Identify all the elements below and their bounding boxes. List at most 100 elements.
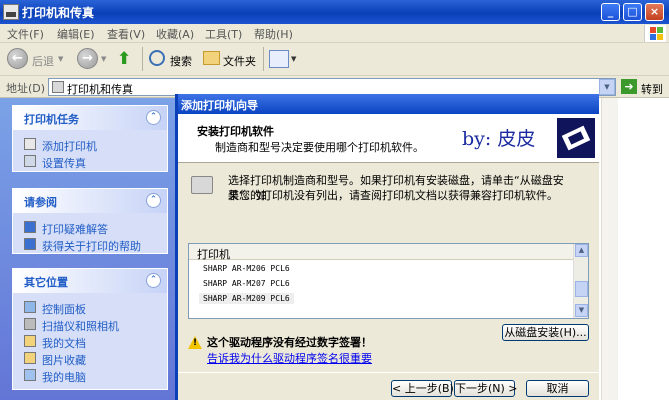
printer-icon [557,118,595,158]
collapse-icon[interactable]: ⌃ [146,193,161,208]
wizard-description: 果您的打印机没有列出，请查阅打印机文档以获得兼容打印机软件。 [228,189,558,202]
menu-bar: 文件(F) 编辑(E) 查看(V) 收藏(A) 工具(T) 帮助(H) [0,24,669,43]
content-scrollbar[interactable] [601,98,618,400]
task-label: 打印疑难解答 [42,223,108,236]
scanners-cameras-link[interactable]: 扫描仪和照相机 [13,316,167,333]
back-label[interactable]: 后退 [32,53,54,69]
collapse-icon[interactable]: ⌃ [146,110,161,125]
minimize-button[interactable]: _ [601,3,620,21]
unsigned-driver-warning: 这个驱动程序没有经过数字签署！ [207,336,372,349]
menu-file[interactable]: 文件(F) [7,26,44,42]
menu-edit[interactable]: 编辑(E) [57,26,95,42]
printing-help-link[interactable]: 获得关于打印的帮助 [13,236,167,253]
task-label: 我的文档 [42,337,86,350]
printer-folder-icon [52,81,64,93]
window-title: 打印机和传真 [22,6,95,20]
panel-title: 其它位置 [24,276,68,289]
printer-list-item[interactable]: SHARP AR-M207 PCL6 [203,279,290,288]
footer-divider [178,372,599,373]
list-scrollbar[interactable]: ▲ ▼ [573,244,588,318]
go-arrow-icon: ➜ [621,79,637,94]
setup-fax-link[interactable]: 设置传真 [13,153,167,170]
panel-header[interactable]: 打印机任务 ⌃ [13,106,167,130]
menu-favorites[interactable]: 收藏(A) [156,26,194,42]
address-label: 地址(D) [6,82,46,95]
task-label: 图片收藏 [42,354,86,367]
maximize-button[interactable]: □ [623,3,642,21]
toolbar-separator [142,47,143,71]
wizard-header: 安装打印机软件 制造商和型号决定要使用哪个打印机软件。 by: 皮皮 [178,114,599,163]
address-value: 打印机和传真 [67,83,133,96]
my-pictures-link[interactable]: 图片收藏 [13,350,167,367]
printer-column-header[interactable]: 打印机 [189,244,575,261]
toolbar: ← 后退 ▼ → ▼ ⬆ 搜索 文件夹 ▼ [0,43,669,76]
add-printer-wizard: 添加打印机向导 安装打印机软件 制造商和型号决定要使用哪个打印机软件。 by: … [175,94,599,400]
add-printer-icon [24,138,36,150]
have-disk-button[interactable]: 从磁盘安装(H)... [502,324,589,341]
menu-view[interactable]: 查看(V) [107,26,145,42]
title-bar: 打印机和传真 _ □ × [0,0,669,24]
wizard-title: 添加打印机向导 [178,94,599,114]
printer-tasks-panel: 打印机任务 ⌃ 添加打印机 设置传真 [12,105,168,172]
help-icon [24,221,36,233]
my-pictures-icon [24,352,36,364]
address-dropdown-icon[interactable]: ▼ [599,79,615,95]
views-icon[interactable] [269,50,289,68]
printer-icon [191,176,213,194]
fax-icon [24,155,36,167]
forward-arrow-icon[interactable]: → [77,48,98,69]
my-computer-link[interactable]: 我的电脑 [13,367,167,384]
menu-help[interactable]: 帮助(H) [254,26,293,42]
cancel-button[interactable]: 取消 [526,380,589,397]
close-button[interactable]: × [645,3,664,21]
panel-title: 打印机任务 [24,113,79,126]
task-label: 设置传真 [42,157,86,170]
my-documents-link[interactable]: 我的文档 [13,333,167,350]
search-icon[interactable] [149,50,165,66]
next-button[interactable]: 下一步(N) > [454,380,518,397]
search-button[interactable]: 搜索 [170,53,192,69]
add-printer-link[interactable]: 添加打印机 [13,136,167,153]
task-label: 获得关于打印的帮助 [42,240,141,253]
scroll-down-icon[interactable]: ▼ [575,304,588,317]
menu-tools[interactable]: 工具(T) [205,26,242,42]
my-documents-icon [24,335,36,347]
back-dropdown-icon[interactable]: ▼ [58,55,63,63]
other-places-panel: 其它位置 ⌃ 控制面板 扫描仪和照相机 我的文档 图片收藏 我的电脑 [12,268,168,390]
go-button[interactable]: ➜ 转到 [621,78,667,96]
go-label: 转到 [641,83,663,96]
windows-logo-icon [644,25,666,42]
back-button[interactable]: < 上一步(B) [391,380,454,397]
control-panel-icon [24,301,36,313]
task-label: 我的电脑 [42,371,86,384]
forward-dropdown-icon[interactable]: ▼ [101,55,106,63]
warning-icon: ! [188,336,202,349]
panel-header[interactable]: 其它位置 ⌃ [13,269,167,293]
panel-title: 请参阅 [24,196,57,209]
printer-folder-icon [3,4,19,20]
task-pane: 打印机任务 ⌃ 添加打印机 设置传真 请参阅 ⌃ 打印疑难解答 获得关于打印的帮… [0,98,177,400]
printer-list-item-selected[interactable]: SHARP AR-M209 PCL6 [199,293,294,304]
task-label: 添加打印机 [42,140,97,153]
help-icon [24,238,36,250]
folders-icon[interactable] [203,51,220,65]
toolbar-separator [263,47,264,71]
task-label: 扫描仪和照相机 [42,320,119,333]
scanner-icon [24,318,36,330]
folders-button[interactable]: 文件夹 [223,53,256,69]
control-panel-link[interactable]: 控制面板 [13,299,167,316]
collapse-icon[interactable]: ⌃ [146,273,161,288]
printer-listbox[interactable]: 打印机 SHARP AR-M206 PCL6 SHARP AR-M207 PCL… [188,243,589,319]
task-label: 控制面板 [42,303,86,316]
panel-header[interactable]: 请参阅 ⌃ [13,189,167,213]
back-arrow-icon[interactable]: ← [7,48,28,69]
printer-list-item[interactable]: SHARP AR-M206 PCL6 [203,264,290,273]
up-folder-icon[interactable]: ⬆ [117,49,137,69]
printing-troubleshooter-link[interactable]: 打印疑难解答 [13,219,167,236]
my-computer-icon [24,369,36,381]
wizard-header-title: 安装打印机软件 [197,125,274,138]
views-dropdown-icon[interactable]: ▼ [291,55,296,63]
scroll-up-icon[interactable]: ▲ [575,244,588,257]
driver-signing-link[interactable]: 告诉我为什么驱动程序签名很重要 [207,350,372,366]
scroll-thumb[interactable] [575,281,588,297]
